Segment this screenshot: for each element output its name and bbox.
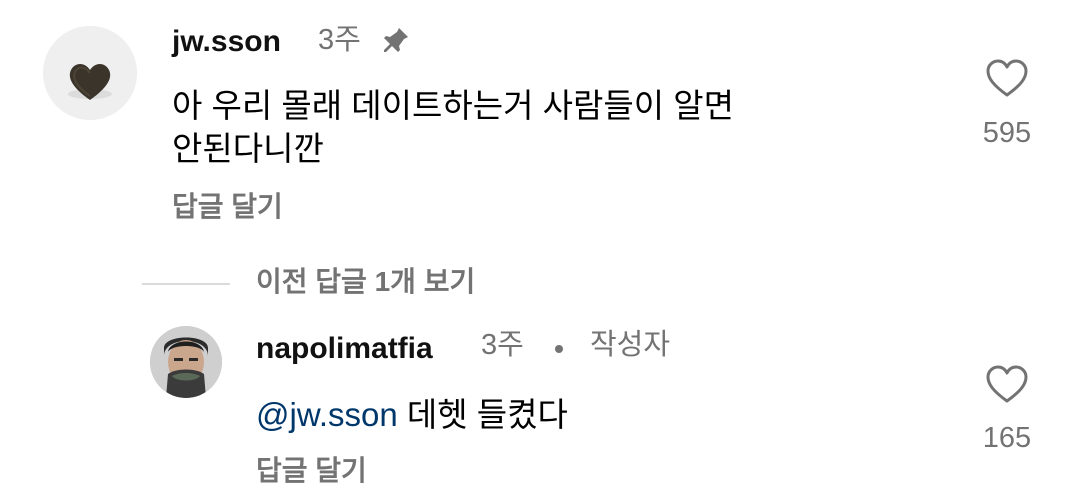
author-photo-image [150,326,222,398]
replies-divider [142,283,230,285]
threads-mention-icon: @ [256,396,290,433]
comment-text-line2: 안된다니깐 [172,130,324,167]
author-avatar[interactable] [150,326,222,398]
author-badge: 작성자 [590,329,671,361]
commenter-username[interactable]: jw.sson [172,24,281,60]
mention-username: jw.sson [289,396,398,433]
view-previous-replies-button[interactable]: 이전 답글 1개 보기 [256,265,475,299]
reply-text: @jw.sson 데헷 들켰다 [256,393,568,436]
author-username[interactable]: napolimatfia [256,331,433,367]
comment-text-line1: 아 우리 몰래 데이트하는거 사람들이 알면 [172,87,734,124]
heart-icon[interactable] [985,364,1029,404]
reply-timestamp: 3주 [481,329,524,361]
comment-thread: jw.sson 3주 아 우리 몰래 데이트하는거 사람들이 알면 안된다니깐 … [0,0,1080,503]
like-count: 165 [982,422,1032,454]
mention-link[interactable]: @jw.sson [256,396,398,433]
pin-icon [384,28,408,52]
reply-button[interactable]: 답글 달기 [172,190,283,224]
commenter-avatar[interactable] [43,26,137,120]
heart-object-image [43,26,137,120]
comment-timestamp: 3주 [318,24,361,56]
heart-icon[interactable] [985,58,1029,98]
reply-button[interactable]: 답글 달기 [256,454,367,488]
like-count: 595 [982,117,1032,149]
reply-body: 데헷 들켰다 [406,396,568,433]
meta-separator-dot [555,345,563,353]
